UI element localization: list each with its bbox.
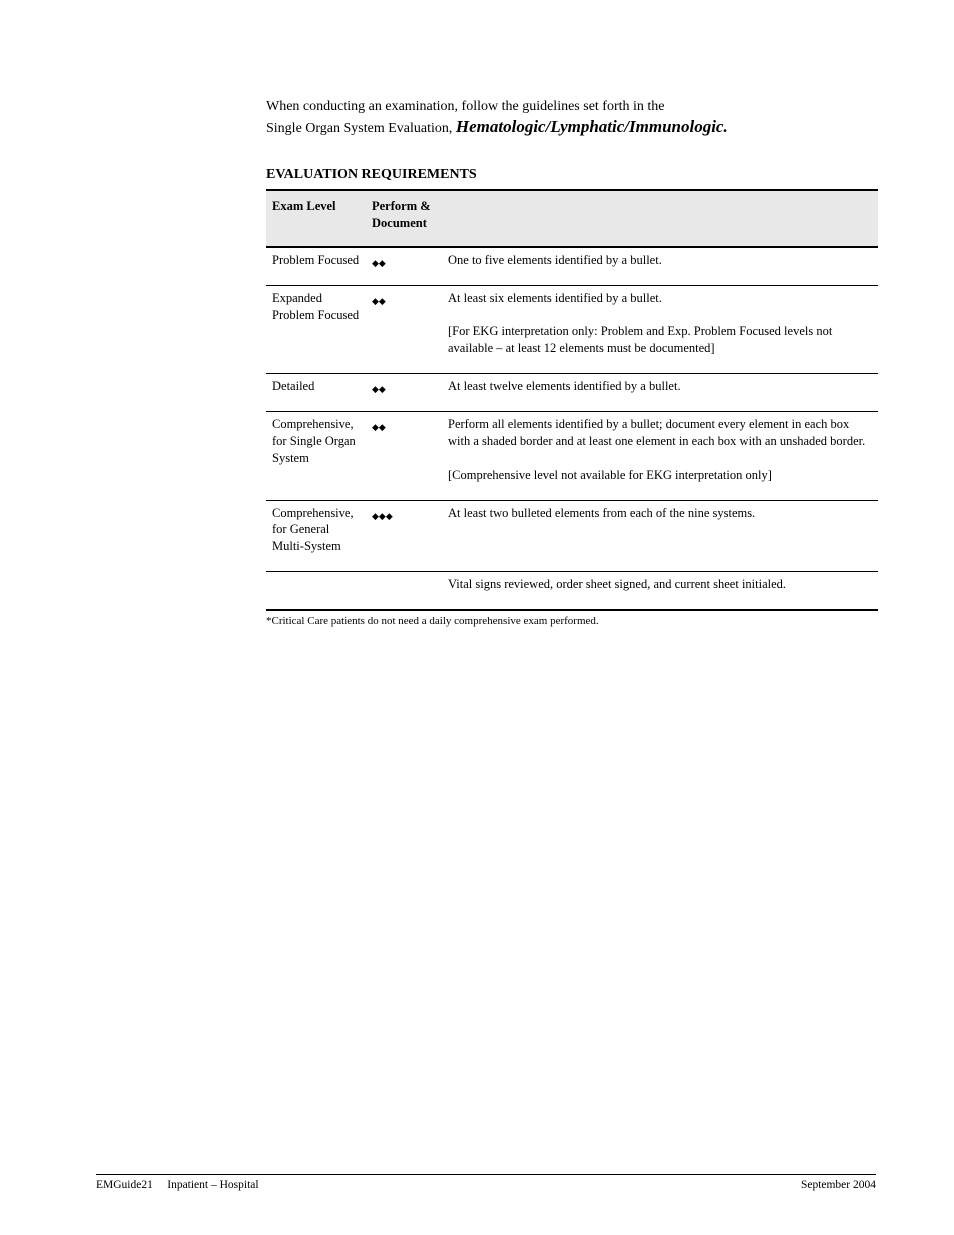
col-header-exam-level: Exam Level [266,190,366,247]
page-footer: EMGuide21 Inpatient – Hospital September… [96,1174,876,1191]
cell-requirement: Perform all elements identified by a bul… [442,412,878,501]
footer-code: EMGuide21 [96,1179,153,1191]
footnote: *Critical Care patients do not need a da… [266,615,876,627]
cell-diamonds [366,572,442,610]
table-row: Vital signs reviewed, order sheet signed… [266,572,878,610]
table-title: EVALUATION REQUIREMENTS [266,167,876,183]
footer-label: Inpatient – Hospital [167,1179,258,1191]
cell-exam-level: Problem Focused [266,247,366,285]
intro-line1: When conducting an examination, follow t… [266,96,876,117]
table-row: Detailed ◆◆ At least twelve elements ident… [266,374,878,412]
diamond-icon: ◆◆◆ [372,512,393,521]
evaluation-table: Exam Level Perform & Document Problem Fo… [266,189,878,611]
intro-line2b: Hematologic/Lymphatic/Immunologic. [456,117,728,136]
diamond-icon: ◆◆ [372,423,386,432]
footer-rule [96,1174,876,1175]
cell-requirement: At least twelve elements identified by a… [442,374,878,412]
footer-date: September 2004 [801,1179,876,1191]
table-row: Expanded Problem Focused ◆◆ At least six e… [266,285,878,374]
cell-diamonds: ◆◆ [366,285,442,374]
cell-exam-level: Expanded Problem Focused [266,285,366,374]
cell-requirement: One to five elements identified by a bul… [442,247,878,285]
table-row: Problem Focused ◆◆ One to five elements id… [266,247,878,285]
cell-diamonds: ◆◆ [366,412,442,501]
diamond-icon: ◆◆ [372,385,386,394]
cell-exam-level [266,572,366,610]
col-header-req [442,190,878,247]
cell-diamonds: ◆◆◆ [366,500,442,572]
cell-requirement: Vital signs reviewed, order sheet signed… [442,572,878,610]
cell-exam-level: Comprehensive, for General Multi-System [266,500,366,572]
intro-line2a: Single Organ System Evaluation, [266,121,456,136]
diamond-icon: ◆◆ [372,297,386,306]
table-body: Problem Focused ◆◆ One to five elements id… [266,247,878,610]
cell-requirement: At least six elements identified by a bu… [442,285,878,374]
diamond-icon: ◆◆ [372,259,386,268]
cell-diamonds: ◆◆ [366,374,442,412]
table-row: Comprehensive, for Single Organ System ◆◆… [266,412,878,501]
cell-requirement: At least two bulleted elements from each… [442,500,878,572]
cell-diamonds: ◆◆ [366,247,442,285]
cell-exam-level: Comprehensive, for Single Organ System [266,412,366,501]
intro-block: When conducting an examination, follow t… [266,96,876,139]
cell-exam-level: Detailed [266,374,366,412]
table-row: Comprehensive, for General Multi-System ◆… [266,500,878,572]
col-header-perform: Perform & Document [366,190,442,247]
